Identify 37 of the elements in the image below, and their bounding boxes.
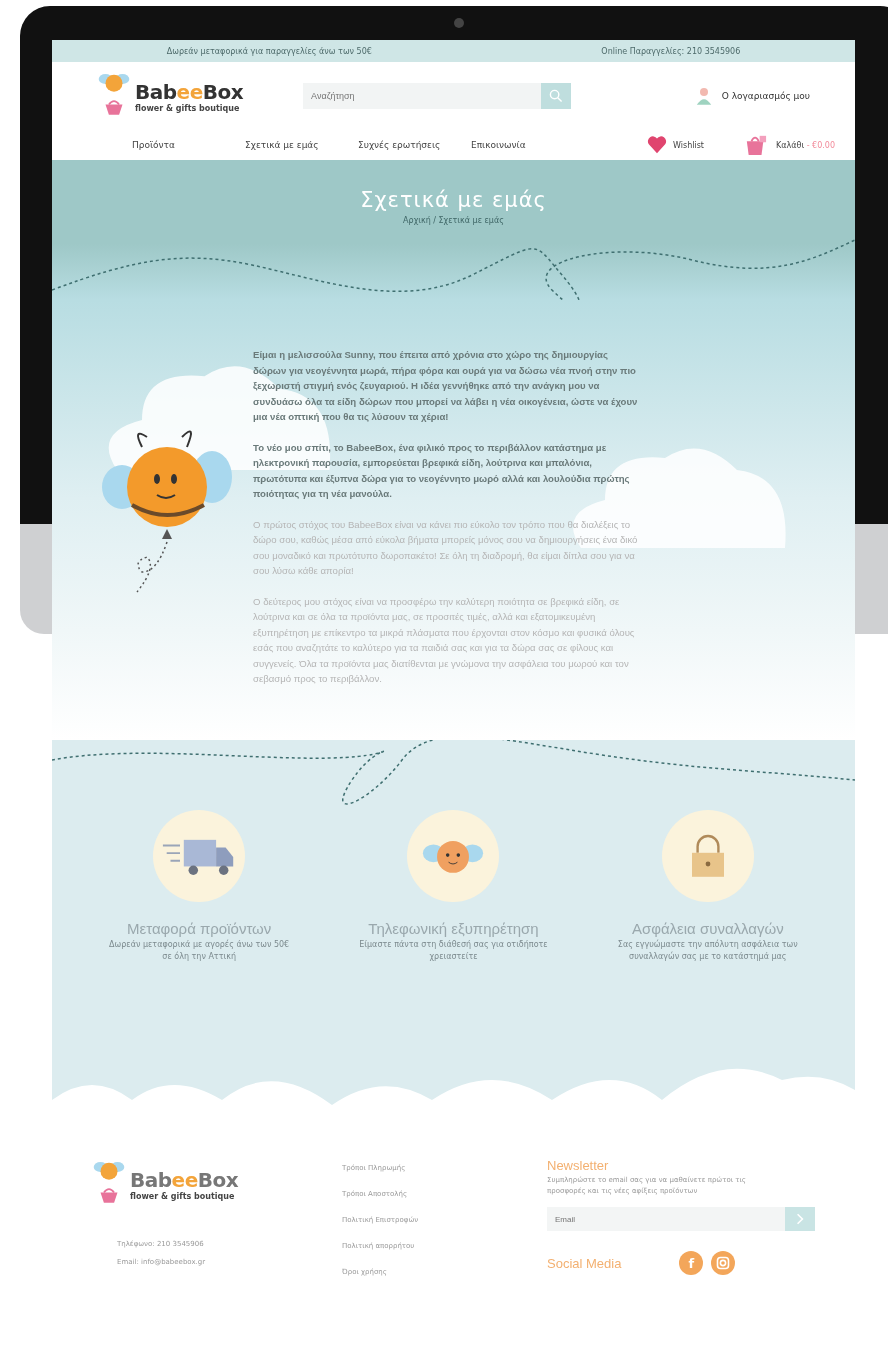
logo-wordmark[interactable]: BabeeBox: [130, 1167, 239, 1192]
feature-title: Τηλεφωνική εξυπηρέτηση: [368, 920, 539, 937]
gift-bag-icon[interactable]: [744, 134, 768, 156]
logo-wordmark[interactable]: BabeeBox: [135, 79, 244, 104]
wishlist-link[interactable]: Wishlist: [673, 140, 704, 150]
cart-link[interactable]: Καλάθι - €0.00: [776, 140, 835, 150]
feature-description: Σας εγγυώμαστε την απόλυτη ασφάλεια των συναλλαγών σας με το κατάστημά μας: [616, 939, 799, 963]
camera-icon[interactable]: [711, 1251, 736, 1275]
newsletter-heading: Newsletter: [547, 1158, 610, 1173]
feature-title: Μεταφορά προϊόντων: [127, 920, 272, 937]
camera-dot: [454, 18, 464, 28]
email-field[interactable]: Email: [547, 1207, 785, 1231]
logo-tagline: flower & gifts boutique: [130, 1191, 236, 1201]
account-link[interactable]: Ο λογαριασμός μου: [721, 91, 810, 101]
feature-description: Είμαστε πάντα στη διάθεσή σας για οτιδήποτε χρειαστείτε: [358, 939, 549, 963]
chevron-right-icon: [796, 1213, 804, 1225]
subscribe-button[interactable]: [785, 1207, 815, 1231]
nav-link[interactable]: Σχετικά με εμάς: [245, 140, 358, 150]
about-paragraph: Ο δεύτερος μου στόχος είναι να προσφέρω την καλύτερη ποιότητα σε βρεφικά είδη, σε λούτρινα και σε όλα τα προϊόντα μας, σε προσιτές τιμές, αλλά και εξατομικευμένη εξυπηρέτηση με επίκεντρο τα μικρά πλάσματα που έρχονται στον κόσμο και φυσικά όλους εσάς που αναζητάτε το καλύτερο για τα παιδιά σας και για τα δώρα σας σε φίλους και συγγενείς. Όλα τα προϊόντα μας διατίθενται με γνώμονα την ασφάλεια του μωρού και τον σεβασμό προς το περιβάλλον.: [253, 594, 636, 686]
breadcrumb: Αρχική / Σχετικά με εμάς: [402, 216, 505, 225]
phone-orders-text: Online Παραγγελίες: 210 3545906: [601, 46, 741, 56]
feature-title: Ασφάλεια συναλλαγών: [631, 920, 784, 937]
nav-link[interactable]: Συχνές ερωτήσεις: [358, 140, 471, 150]
shipping-promo-text: Δωρεάν μεταφορικά για παραγγελίες άνω των 50€: [166, 46, 372, 56]
logo-tagline: flower & gifts boutique: [135, 103, 241, 113]
nav-link[interactable]: Προϊόντα: [132, 140, 245, 150]
page-title: Σχετικά με εμάς: [359, 188, 548, 212]
search-field[interactable]: Αναζήτηση: [303, 83, 542, 109]
about-paragraph: Είμαι η μελισσούλα Sunny, που έπειτα από χρόνια στο χώρο της δημιουργίας δώρων για νεογέννητα μωρά, πήρα φόρα και ουρά για να δώσω νέα πνοή στην πιο ξεχωριστή στιγμή ενός ζευγαριού. Η ιδέα γεννήθηκε από την ανάγκη μου να συνδυάσω όλα τα είδη δώρων που μπορεί να λάβει η νέα οικογένεια, ώστε να έχουν μια νέα οπτική που θα τις λύσουν τα χέρια!: [253, 348, 639, 424]
heart-icon[interactable]: [647, 136, 668, 154]
feature-description: Δωρεάν μεταφορικά με αγορές άνω των 50€ σε όλη την Αττική: [108, 939, 291, 963]
about-paragraph: Το νέο μου σπίτι, το BabeeBox, ένα φιλικό προς το περιβάλλον κατάστημα με ηλεκτρονική παρουσία, εμπορεύεται βρεφικά είδη, λούτρινα και μπαλόνια, πρωτότυπα και έξυπνα δώρα για το νεογέννητο μωρό αλλά και λουλούδια πρώτης ποιότητας για τη νέα μανούλα.: [253, 440, 631, 501]
search-icon: [549, 89, 564, 103]
social-media-heading: Social Media: [547, 1255, 622, 1271]
user-icon[interactable]: [695, 86, 712, 106]
nav-link[interactable]: Επικοινωνία: [471, 140, 584, 150]
search-button[interactable]: [541, 83, 572, 109]
